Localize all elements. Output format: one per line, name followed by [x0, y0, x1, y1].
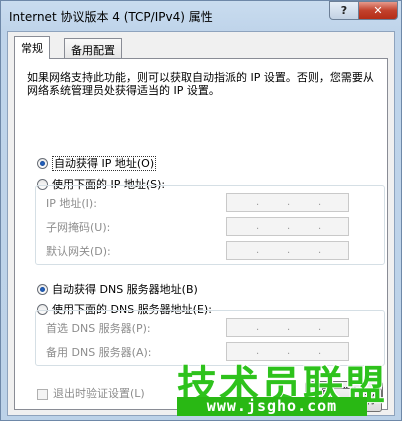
default-gateway-field[interactable]: ...: [226, 241, 349, 260]
watermark-url: www.jsgho.com: [177, 397, 367, 416]
preferred-dns-label: 首选 DNS 服务器(P):: [46, 322, 151, 335]
auto-ip-label: 自动获得 IP 地址(O): [52, 156, 157, 171]
alternate-dns-label: 备用 DNS 服务器(A):: [46, 346, 152, 359]
close-button[interactable]: ✕: [358, 1, 398, 20]
ip-address-label: IP 地址(I):: [46, 197, 97, 210]
auto-ip-option[interactable]: 自动获得 IP 地址(O): [37, 155, 157, 171]
ip-address-field[interactable]: ...: [226, 193, 349, 212]
auto-dns-label: 自动获得 DNS 服务器地址(B): [52, 283, 198, 296]
auto-ip-radio[interactable]: [37, 157, 48, 169]
default-gateway-label: 默认网关(D):: [46, 245, 111, 258]
validate-on-exit-checkbox[interactable]: [37, 388, 48, 400]
window-title: Internet 协议版本 4 (TCP/IPv4) 属性: [9, 10, 213, 24]
help-icon: ?: [340, 4, 348, 17]
subnet-mask-label: 子网掩码(U):: [46, 221, 111, 234]
validate-on-exit-label: 退出时验证设置(L): [53, 387, 145, 400]
subnet-mask-field[interactable]: ...: [226, 217, 349, 236]
auto-dns-option[interactable]: 自动获得 DNS 服务器地址(B): [37, 281, 198, 297]
help-button[interactable]: ?: [329, 1, 359, 20]
validate-on-exit-option[interactable]: 退出时验证设置(L): [37, 385, 145, 401]
auto-dns-radio[interactable]: [37, 283, 48, 295]
ip-settings-group: IP 地址(I): ... 子网掩码(U): ... 默认网关(D): ...: [35, 185, 385, 265]
title-bar[interactable]: Internet 协议版本 4 (TCP/IPv4) 属性 ? ✕: [1, 1, 401, 31]
description-text: 如果网络支持此功能，则可以获取自动指派的 IP 设置。否则，您需要从网络系统管理…: [27, 71, 374, 97]
preferred-dns-field[interactable]: ...: [226, 318, 349, 337]
dialog-window: Internet 协议版本 4 (TCP/IPv4) 属性 ? ✕ 常规 备用配…: [0, 0, 402, 421]
tab-general[interactable]: 常规: [14, 36, 50, 59]
close-icon: ✕: [373, 4, 383, 17]
tab-alternate-config[interactable]: 备用配置: [64, 38, 122, 58]
